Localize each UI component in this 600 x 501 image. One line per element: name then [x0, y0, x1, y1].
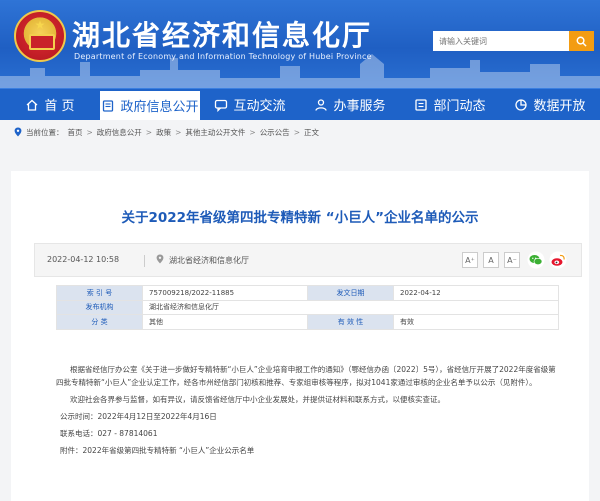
validity-label: 有 效 性 [307, 314, 394, 330]
nav-item-open-data[interactable]: 数据开放 [500, 89, 600, 120]
breadcrumb: 当前位置： 首页 > 政府信息公开 > 政策 > 其他主动公开文件 > 公示公告… [0, 120, 600, 144]
info-table: 索 引 号 757009218/2022-11885 发文日期 2022-04-… [56, 285, 559, 330]
site-header: ★ 湖北省经济和信息化厅 Department of Economy and I… [0, 0, 600, 88]
main-nav: 首 页 政府信息公开 互动交流 办事服务 部门动态 数据开放 [0, 88, 600, 120]
article-meta-bar: 2022-04-12 10:58 湖北省经济和信息化厅 A⁺ A A⁻ [34, 243, 582, 277]
issue-date-label: 发文日期 [307, 285, 394, 301]
publisher-label: 发布机构 [56, 299, 143, 315]
font-normal-button[interactable]: A [483, 252, 499, 268]
home-icon [26, 99, 38, 111]
breadcrumb-gov-info[interactable]: 政府信息公开 [97, 127, 142, 138]
chat-icon [215, 99, 228, 112]
site-title: 湖北省经济和信息化厅 [72, 19, 373, 52]
nav-item-services[interactable]: 办事服务 [300, 89, 400, 120]
list-icon [415, 98, 428, 111]
validity-value: 有效 [393, 314, 559, 330]
table-row: 索 引 号 757009218/2022-11885 发文日期 2022-04-… [56, 285, 559, 301]
body-paragraph: 欢迎社会各界参与监督，如有异议，请反馈省经信厅中小企业发展处，并提供证材料和联系… [70, 395, 445, 404]
article-body: 根据省经信厅办公室《关于进一步做好专精特新“小巨人”企业培育申报工作的通知》（鄂… [56, 363, 556, 461]
breadcrumb-announcements[interactable]: 公示公告 [260, 127, 290, 138]
breadcrumb-policy[interactable]: 政策 [156, 127, 171, 138]
font-smaller-button[interactable]: A⁻ [504, 252, 520, 268]
site-subtitle: Department of Economy and Information Te… [74, 52, 372, 61]
location-pin-icon [156, 254, 164, 264]
attachment-link[interactable]: 附件：2022年省级第四批专精特新 “小巨人”企业公示名单 [56, 444, 556, 457]
wechat-icon[interactable] [527, 251, 545, 269]
search-input[interactable] [433, 31, 569, 51]
search-box [433, 31, 594, 51]
user-icon [315, 98, 328, 111]
publicity-period: 公示时间：2022年4月12日至2022年4月16日 [60, 412, 217, 421]
breadcrumb-other-files[interactable]: 其他主动公开文件 [185, 127, 245, 138]
font-larger-button[interactable]: A⁺ [462, 252, 478, 268]
publisher-value: 湖北省经济和信息化厅 [142, 299, 559, 315]
publish-date: 2022-04-12 10:58 [47, 255, 120, 264]
table-row: 分 类 其他 有 效 性 有效 [56, 314, 559, 330]
nav-item-home[interactable]: 首 页 [0, 89, 100, 120]
location-pin-icon [14, 127, 22, 137]
article-title: 关于2022年省级第四批专精特新 “小巨人”企业名单的公示 [121, 210, 479, 226]
publisher-org: 湖北省经济和信息化厅 [169, 256, 249, 265]
category-value: 其他 [142, 314, 308, 330]
search-button[interactable] [569, 31, 594, 51]
index-label: 索 引 号 [56, 285, 143, 301]
index-value: 757009218/2022-11885 [142, 285, 308, 301]
national-emblem-logo: ★ [14, 10, 66, 62]
contact-phone: 联系电话：027 - 87814061 [60, 429, 158, 438]
table-row: 发布机构 湖北省经济和信息化厅 [56, 299, 559, 315]
weibo-icon[interactable] [549, 251, 567, 269]
body-paragraph: 根据省经信厅办公室《关于进一步做好专精特新“小巨人”企业培育申报工作的通知》（鄂… [56, 365, 556, 387]
search-icon [576, 36, 587, 47]
nav-item-dept-news[interactable]: 部门动态 [400, 89, 500, 120]
article-panel: 关于2022年省级第四批专精特新 “小巨人”企业名单的公示 2022-04-12… [11, 171, 589, 501]
nav-item-interaction[interactable]: 互动交流 [200, 89, 300, 120]
breadcrumb-current: 正文 [303, 127, 319, 137]
category-label: 分 类 [56, 314, 143, 330]
breadcrumb-home[interactable]: 首页 [68, 127, 83, 138]
chart-icon [515, 98, 528, 111]
nav-item-gov-info[interactable]: 政府信息公开 [100, 89, 200, 120]
issue-date-value: 2022-04-12 [393, 285, 559, 301]
document-icon [103, 99, 114, 112]
breadcrumb-prefix: 当前位置： [26, 127, 64, 137]
